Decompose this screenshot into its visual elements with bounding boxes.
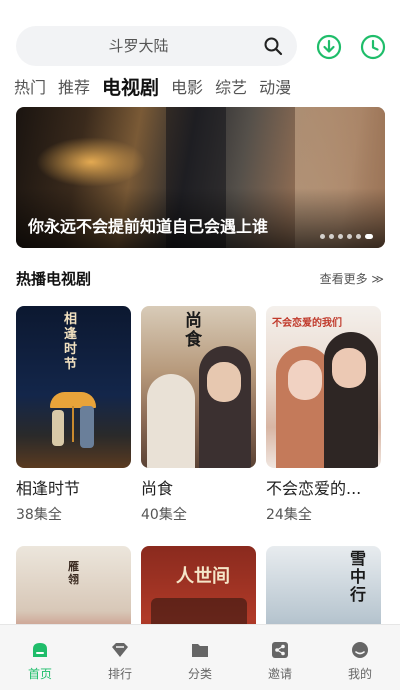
- poster-title: 人世间: [176, 566, 230, 587]
- tab-movies[interactable]: 电影: [171, 76, 203, 100]
- top-bar: 斗罗大陆: [16, 26, 386, 68]
- banner-pagination: [316, 234, 373, 239]
- tab-tv-series[interactable]: 电视剧: [102, 76, 159, 100]
- nav-item-home[interactable]: 首页: [0, 625, 80, 690]
- category-tabs: 热门 推荐 电视剧 电影 综艺 动漫: [14, 74, 303, 100]
- nav-item-profile[interactable]: 我的: [320, 625, 400, 690]
- app-screen: 斗罗大陆 热门 推荐 电视剧 电影 综艺 动漫 你永远不会提前知道自己会遇上谁: [0, 0, 400, 690]
- drama-episodes: 38集全: [16, 507, 62, 523]
- pagination-dot[interactable]: [356, 234, 361, 239]
- ranking-icon: [112, 643, 128, 657]
- share-icon: [272, 642, 288, 658]
- tab-hot[interactable]: 热门: [14, 76, 46, 100]
- drama-card[interactable]: 尚食 尚食 40集全: [141, 306, 256, 524]
- profile-icon: [352, 642, 368, 658]
- nav-label: 排行: [107, 667, 132, 681]
- banner-caption: 你永远不会提前知道自己会遇上谁: [28, 217, 269, 236]
- banner-image: [36, 137, 146, 187]
- nav-item-invite[interactable]: 邀请: [240, 625, 320, 690]
- nav-label: 邀请: [267, 667, 292, 681]
- drama-title: 相逢时节: [16, 479, 81, 498]
- search-icon[interactable]: [263, 36, 283, 56]
- tab-anime[interactable]: 动漫: [259, 76, 291, 100]
- nav-item-ranking[interactable]: 排行: [80, 625, 160, 690]
- nav-label: 分类: [187, 667, 212, 681]
- folder-icon: [192, 644, 208, 657]
- pagination-dot[interactable]: [320, 234, 325, 239]
- drama-poster[interactable]: 尚食: [141, 306, 256, 468]
- nav-label: 首页: [27, 667, 52, 681]
- download-icon[interactable]: [316, 34, 342, 60]
- drama-card[interactable]: 不会恋爱的我们 不会恋爱的... 24集全: [266, 306, 381, 524]
- tab-recommend[interactable]: 推荐: [58, 76, 90, 100]
- poster-title: 尚食: [185, 311, 202, 350]
- drama-episodes: 24集全: [266, 507, 312, 523]
- bottom-navigation: 首页 排行 分类 邀请 我的: [0, 624, 400, 690]
- drama-title: 尚食: [141, 479, 174, 498]
- drama-card[interactable]: 相逢时节 相逢时节 38集全: [16, 306, 131, 524]
- pagination-dot-active[interactable]: [365, 234, 373, 239]
- see-more-link[interactable]: 查看更多 ≫: [320, 270, 384, 287]
- search-placeholder[interactable]: 斗罗大陆: [16, 26, 261, 66]
- poster-title: 相逢时节: [64, 312, 78, 372]
- drama-poster[interactable]: 相逢时节: [16, 306, 131, 468]
- pagination-dot[interactable]: [329, 234, 334, 239]
- drama-episodes: 40集全: [141, 507, 187, 523]
- hero-banner[interactable]: 你永远不会提前知道自己会遇上谁: [16, 107, 385, 248]
- pagination-dot[interactable]: [338, 234, 343, 239]
- nav-item-category[interactable]: 分类: [160, 625, 240, 690]
- search-bar[interactable]: 斗罗大陆: [16, 26, 297, 66]
- drama-poster[interactable]: 不会恋爱的我们: [266, 306, 381, 468]
- poster-title: 雁翎: [68, 560, 79, 586]
- poster-title: 不会恋爱的我们: [272, 318, 342, 329]
- poster-title: 雪中行: [350, 549, 367, 604]
- home-icon: [33, 643, 47, 657]
- pagination-dot[interactable]: [347, 234, 352, 239]
- tab-variety[interactable]: 综艺: [215, 76, 247, 100]
- drama-title: 不会恋爱的...: [266, 479, 362, 498]
- section-title: 热播电视剧: [16, 270, 92, 288]
- history-icon[interactable]: [360, 34, 386, 60]
- nav-label: 我的: [347, 667, 372, 681]
